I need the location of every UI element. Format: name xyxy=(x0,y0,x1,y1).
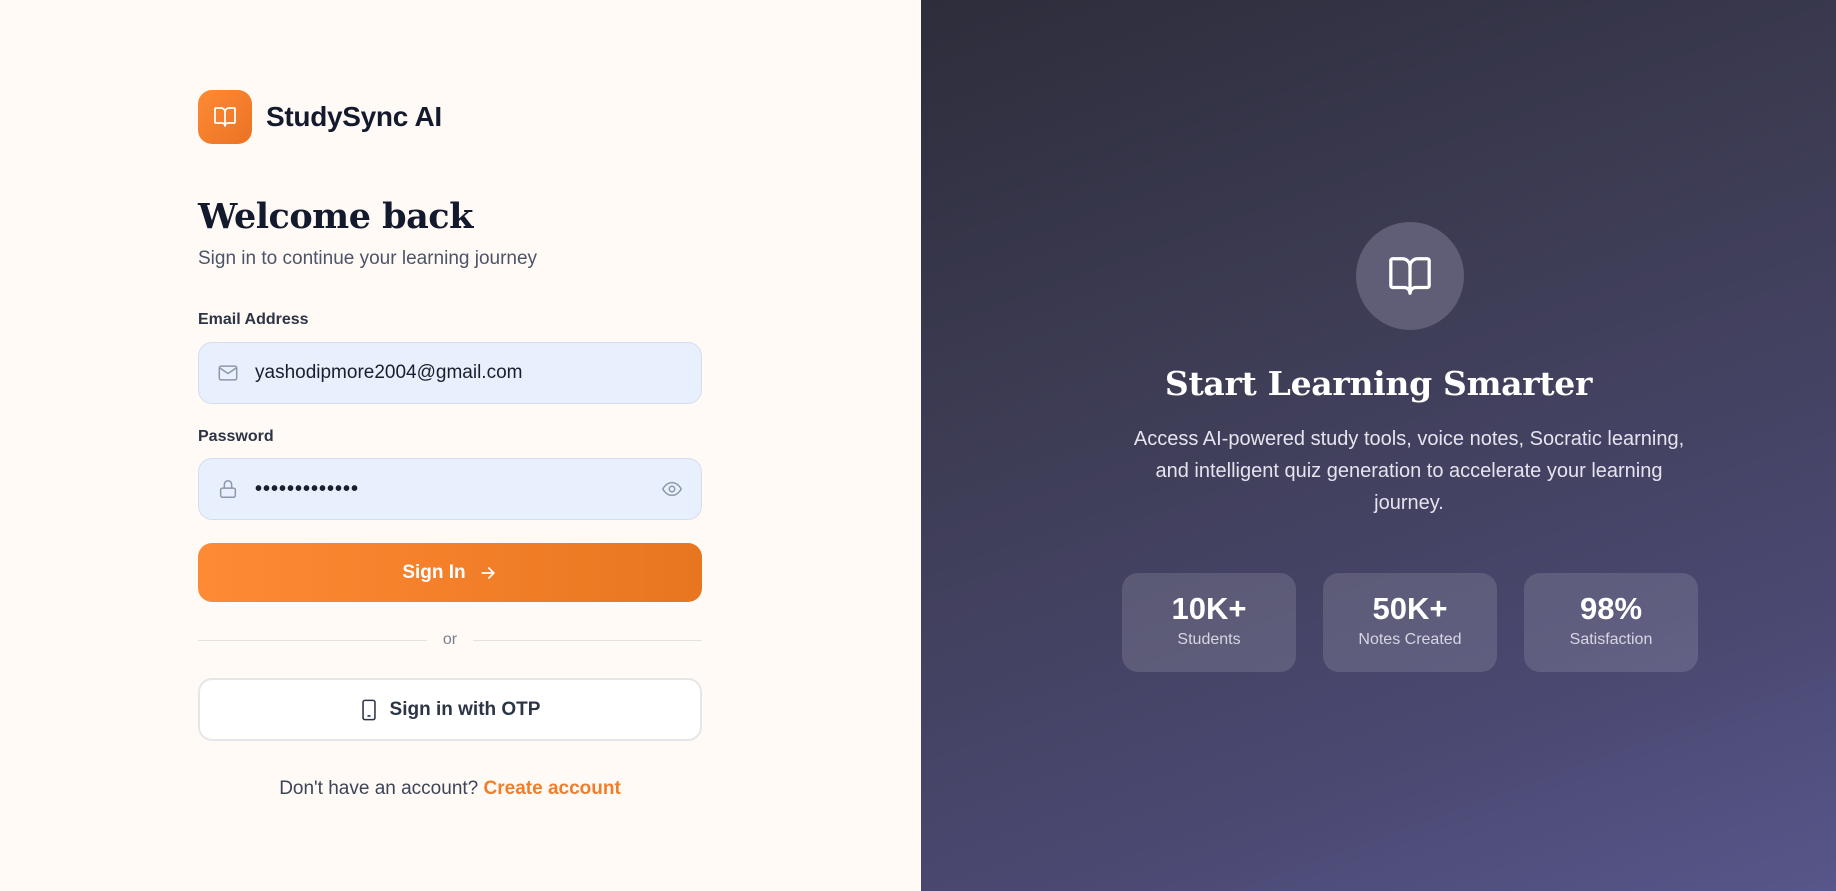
hero-panel: Start Learning Smarter Access AI-powered… xyxy=(921,0,1836,891)
email-field[interactable] xyxy=(198,342,702,404)
hero-description: Access AI-powered study tools, voice not… xyxy=(1133,428,1685,514)
sign-in-otp-button[interactable]: Sign in with OTP xyxy=(198,678,702,741)
login-panel: StudySync AI Welcome back Sign in to con… xyxy=(0,0,921,891)
stat-value: 98% xyxy=(1579,591,1643,626)
page-subtitle: Sign in to continue your learning journe… xyxy=(198,248,538,269)
book-open-icon xyxy=(1389,257,1431,295)
or-divider: or xyxy=(198,628,703,652)
lock-icon xyxy=(219,480,237,498)
stat-label: Notes Created xyxy=(1358,631,1462,648)
stat-card-satisfaction: 98% Satisfaction xyxy=(1524,573,1698,672)
divider-line xyxy=(473,639,703,641)
brand-name: StudySync AI xyxy=(266,101,442,132)
brand[interactable]: StudySync AI xyxy=(198,90,442,144)
create-account-link[interactable]: Create account xyxy=(484,778,621,799)
stat-card-students: 10K+ Students xyxy=(1122,573,1296,672)
email-label: Email Address xyxy=(198,311,309,328)
stat-label: Students xyxy=(1177,631,1241,648)
email-input[interactable] xyxy=(255,343,655,403)
password-label: Password xyxy=(198,428,274,445)
password-field[interactable]: ••••••••••••• xyxy=(198,458,702,520)
smartphone-icon xyxy=(361,699,376,720)
stat-card-notes: 50K+ Notes Created xyxy=(1323,573,1497,672)
signup-prompt-row: Don't have an account? Create account xyxy=(198,778,702,800)
divider-text: or xyxy=(442,631,458,648)
hero-icon-circle xyxy=(1356,222,1464,330)
arrow-right-icon xyxy=(480,566,495,579)
mail-icon xyxy=(218,365,238,381)
otp-button-label: Sign in with OTP xyxy=(389,698,541,720)
stat-value: 10K+ xyxy=(1171,591,1247,626)
hero-title: Start Learning Smarter xyxy=(1164,364,1593,403)
password-input[interactable]: ••••••••••••• xyxy=(255,459,655,519)
sign-in-button[interactable]: Sign In xyxy=(198,543,702,602)
book-open-icon xyxy=(198,90,252,144)
eye-icon[interactable] xyxy=(661,478,683,500)
stat-label: Satisfaction xyxy=(1569,631,1653,648)
page-title: Welcome back xyxy=(198,196,473,237)
signup-prompt: Don't have an account? xyxy=(279,778,479,799)
divider-line xyxy=(198,639,427,641)
stat-value: 50K+ xyxy=(1372,591,1448,626)
sign-in-label: Sign In xyxy=(402,561,466,583)
